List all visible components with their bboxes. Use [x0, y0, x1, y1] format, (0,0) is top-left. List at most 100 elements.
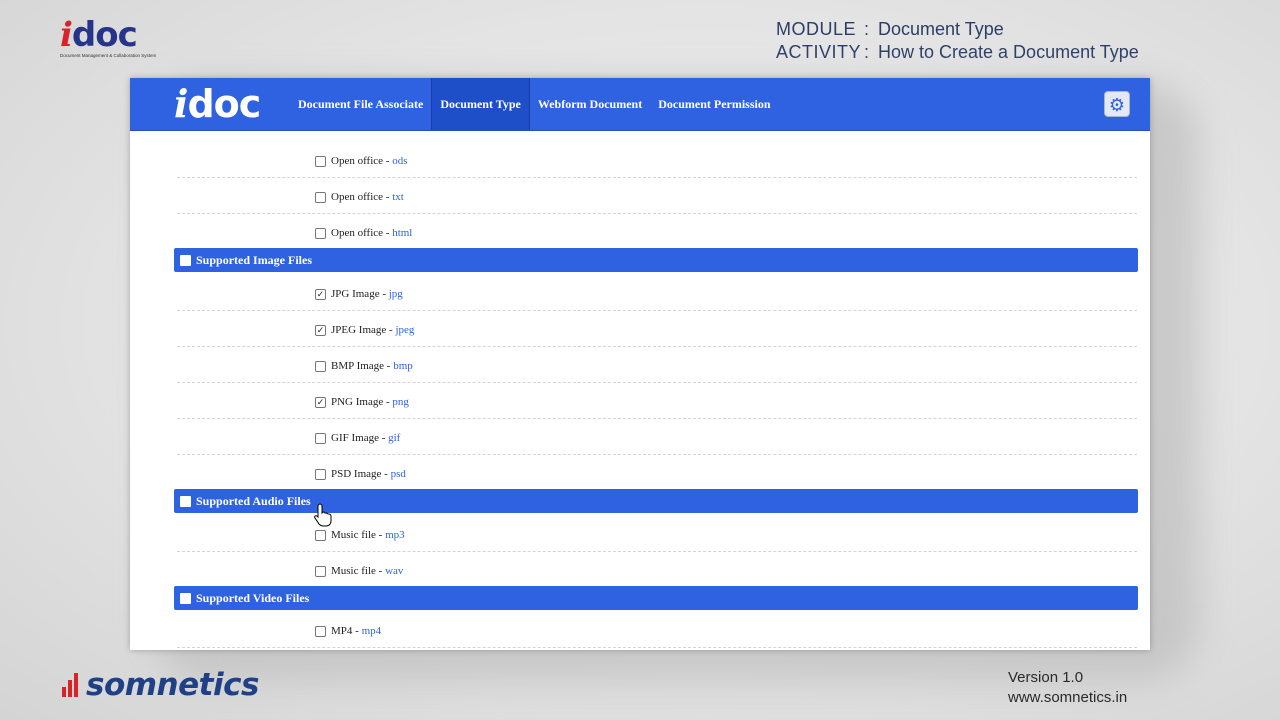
- checkbox[interactable]: [315, 433, 326, 444]
- row-label: JPEG Image - jpeg: [331, 324, 414, 336]
- list-item: PSD Image - psd: [177, 454, 1137, 490]
- somnetics-logo: somnetics: [62, 667, 259, 703]
- section-checkbox[interactable]: [180, 255, 191, 266]
- row-label-text: JPEG Image -: [331, 324, 396, 336]
- module-colon: :: [864, 19, 870, 39]
- row-ext: html: [392, 227, 413, 239]
- row-label: Open office - html: [331, 227, 412, 239]
- list-item: ✓ PNG Image - png: [177, 382, 1137, 419]
- website-url: www.somnetics.in: [1008, 689, 1128, 706]
- list-item: Open office - html: [177, 213, 1137, 249]
- activity-row: ACTIVITY : How to Create a Document Type: [776, 41, 1139, 64]
- row-label: PSD Image - psd: [331, 468, 406, 480]
- row-ext: bmp: [393, 360, 413, 372]
- row-label-text: PNG Image -: [331, 396, 393, 408]
- app-logo[interactable]: idoc: [174, 81, 261, 126]
- row-ext: txt: [392, 191, 404, 203]
- checkbox[interactable]: [315, 566, 326, 577]
- module-value: Document Type: [878, 19, 1004, 39]
- list-item: ✓ JPEG Image - jpeg: [177, 310, 1137, 347]
- list-item: GIF Image - gif: [177, 418, 1137, 455]
- checkbox[interactable]: [315, 530, 326, 541]
- row-label-text: MP4 -: [331, 625, 362, 637]
- row-label: Open office - txt: [331, 191, 404, 203]
- activity-label: ACTIVITY: [776, 42, 862, 62]
- list-item: BMP Image - bmp: [177, 346, 1137, 383]
- row-label: Music file - wav: [331, 565, 403, 577]
- list-item: ✓ JPG Image - jpg: [177, 274, 1137, 311]
- row-label-text: JPG Image -: [331, 288, 389, 300]
- row-label: Open office - ods: [331, 155, 407, 167]
- module-info: MODULE : Document Type ACTIVITY : How to…: [776, 18, 1139, 64]
- navbar: idoc Document File Associate Document Ty…: [130, 78, 1150, 131]
- section-title: Supported Audio Files: [196, 494, 311, 508]
- row-label-text: Music file -: [331, 529, 386, 541]
- version-label: Version 1.0: [1008, 669, 1084, 686]
- row-label: BMP Image - bmp: [331, 360, 413, 372]
- row-ext: jpg: [388, 288, 403, 300]
- idoc-logo: idoc Document Management & Collaboration…: [60, 18, 160, 60]
- checkbox[interactable]: [315, 626, 326, 637]
- brand-name: somnetics: [86, 667, 259, 703]
- version-info: Version 1.0 www.somnetics.in: [1008, 668, 1127, 708]
- row-label-text: Open office -: [331, 155, 393, 167]
- checkbox[interactable]: ✓: [315, 289, 326, 300]
- row-label-text: GIF Image -: [331, 432, 389, 444]
- settings-gear-icon[interactable]: ⚙: [1104, 91, 1130, 117]
- nav-document-file-associate[interactable]: Document File Associate: [290, 78, 431, 130]
- nav-document-permission[interactable]: Document Permission: [650, 78, 778, 130]
- logo-tagline: Document Management & Collaboration Syst…: [60, 53, 157, 58]
- row-label-text: Open office -: [331, 227, 393, 239]
- logo-doc: doc: [71, 15, 138, 55]
- module-row: MODULE : Document Type: [776, 18, 1139, 41]
- row-label-text: Music file -: [331, 565, 386, 577]
- checkbox[interactable]: [315, 156, 326, 167]
- row-ext: wav: [385, 565, 404, 577]
- checkbox[interactable]: [315, 469, 326, 480]
- idoc-logo-wordmark: idoc: [60, 18, 160, 52]
- row-label-text: PSD Image -: [331, 468, 391, 480]
- row-label-text: BMP Image -: [331, 360, 394, 372]
- brand-bars-icon: [62, 673, 84, 697]
- app-logo-i: i: [174, 81, 188, 126]
- row-label: JPG Image - jpg: [331, 288, 403, 300]
- nav-webform-document[interactable]: Webform Document: [530, 78, 650, 130]
- nav-menu: Document File Associate Document Type We…: [290, 78, 779, 130]
- app-logo-doc: doc: [187, 82, 261, 126]
- row-ext: png: [392, 396, 409, 408]
- section-checkbox[interactable]: [180, 496, 191, 507]
- activity-colon: :: [864, 42, 870, 62]
- list-item: Music file - wav: [177, 551, 1137, 587]
- list-item: MP4 - mp4: [177, 611, 1137, 648]
- row-ext: mp3: [385, 529, 405, 541]
- row-label: PNG Image - png: [331, 396, 409, 408]
- list-item: Open office - ods: [177, 141, 1137, 178]
- row-label-text: Open office -: [331, 191, 393, 203]
- row-label: GIF Image - gif: [331, 432, 400, 444]
- section-title: Supported Video Files: [196, 591, 310, 605]
- file-type-list: Open office - ods Open office - txt Open…: [130, 131, 1150, 650]
- row-ext: gif: [388, 432, 401, 444]
- section-title: Supported Image Files: [196, 253, 313, 267]
- app-window: idoc Document File Associate Document Ty…: [130, 78, 1150, 650]
- module-label: MODULE: [776, 19, 857, 39]
- list-item: Open office - txt: [177, 177, 1137, 214]
- row-ext: jpeg: [395, 324, 415, 336]
- activity-value: How to Create a Document Type: [878, 42, 1139, 62]
- row-label: MP4 - mp4: [331, 625, 381, 637]
- checkbox[interactable]: ✓: [315, 397, 326, 408]
- row-label: Music file - mp3: [331, 529, 405, 541]
- section-checkbox[interactable]: [180, 593, 191, 604]
- section-image-files[interactable]: Supported Image Files: [174, 248, 1138, 272]
- checkbox[interactable]: [315, 361, 326, 372]
- row-ext: ods: [392, 155, 408, 167]
- checkbox[interactable]: ✓: [315, 325, 326, 336]
- hand-cursor-icon: [314, 503, 332, 527]
- nav-document-type[interactable]: Document Type: [431, 78, 530, 130]
- checkbox[interactable]: [315, 192, 326, 203]
- row-ext: psd: [390, 468, 406, 480]
- row-ext: mp4: [361, 625, 382, 637]
- checkbox[interactable]: [315, 228, 326, 239]
- section-video-files[interactable]: Supported Video Files: [174, 586, 1138, 610]
- logo-i: i: [60, 15, 73, 55]
